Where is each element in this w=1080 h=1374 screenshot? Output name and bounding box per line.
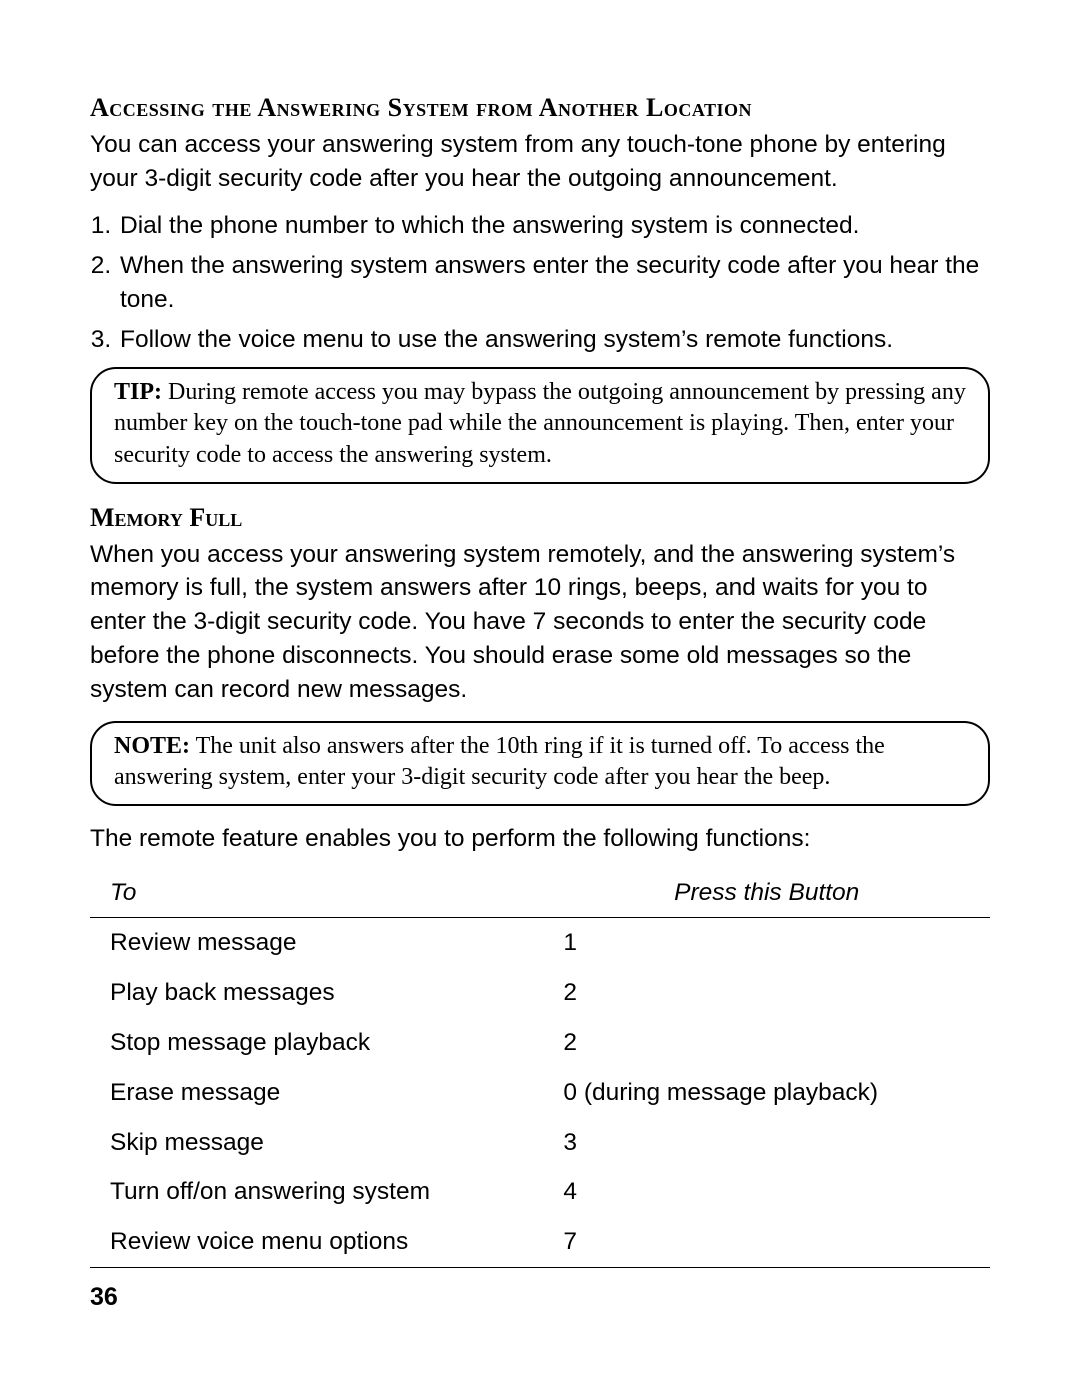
table-row: Skip message 3 — [90, 1118, 990, 1168]
table-cell-action: Play back messages — [90, 968, 543, 1018]
intro-paragraph: You can access your answering system fro… — [90, 128, 990, 196]
table-cell-button: 2 — [543, 1018, 990, 1068]
table-row: Stop message playback 2 — [90, 1018, 990, 1068]
step-item: Follow the voice menu to use the answeri… — [118, 323, 990, 357]
table-cell-action: Review voice menu options — [90, 1217, 543, 1267]
table-row: Review voice menu options 7 — [90, 1217, 990, 1267]
table-row: Erase message 0 (during message playback… — [90, 1068, 990, 1118]
step-item: When the answering system answers enter … — [118, 249, 990, 317]
table-row: Play back messages 2 — [90, 968, 990, 1018]
table-intro: The remote feature enables you to perfor… — [90, 822, 990, 856]
table-cell-button: 7 — [543, 1217, 990, 1267]
table-cell-action: Turn off/on answering system — [90, 1167, 543, 1217]
tip-label: TIP: — [114, 379, 162, 405]
table-cell-button: 0 (during message playback) — [543, 1068, 990, 1118]
table-cell-action: Skip message — [90, 1118, 543, 1168]
page-number: 36 — [90, 1280, 118, 1315]
remote-functions-table: To Press this Button Review message 1 Pl… — [90, 870, 990, 1268]
table-cell-button: 3 — [543, 1118, 990, 1168]
document-page: Accessing the Answering System from Anot… — [0, 0, 1080, 1374]
table-cell-button: 4 — [543, 1167, 990, 1217]
table-row: Turn off/on answering system 4 — [90, 1167, 990, 1217]
section-heading-memory-full: Memory Full — [90, 500, 990, 536]
steps-list: Dial the phone number to which the answe… — [90, 209, 990, 356]
table-cell-action: Stop message playback — [90, 1018, 543, 1068]
table-cell-button: 2 — [543, 968, 990, 1018]
table-row: Review message 1 — [90, 918, 990, 968]
section-heading-accessing: Accessing the Answering System from Anot… — [90, 90, 990, 126]
table-header-press: Press this Button — [543, 870, 990, 918]
step-item: Dial the phone number to which the answe… — [118, 209, 990, 243]
tip-callout: TIP: During remote access you may bypass… — [90, 367, 990, 484]
table-cell-action: Erase message — [90, 1068, 543, 1118]
tip-body: During remote access you may bypass the … — [114, 379, 966, 468]
table-cell-action: Review message — [90, 918, 543, 968]
note-label: NOTE: — [114, 733, 190, 759]
table-header-to: To — [90, 870, 543, 918]
table-cell-button: 1 — [543, 918, 990, 968]
memory-full-paragraph: When you access your answering system re… — [90, 538, 990, 707]
note-callout: NOTE: The unit also answers after the 10… — [90, 721, 990, 806]
note-body: The unit also answers after the 10th rin… — [114, 733, 885, 791]
